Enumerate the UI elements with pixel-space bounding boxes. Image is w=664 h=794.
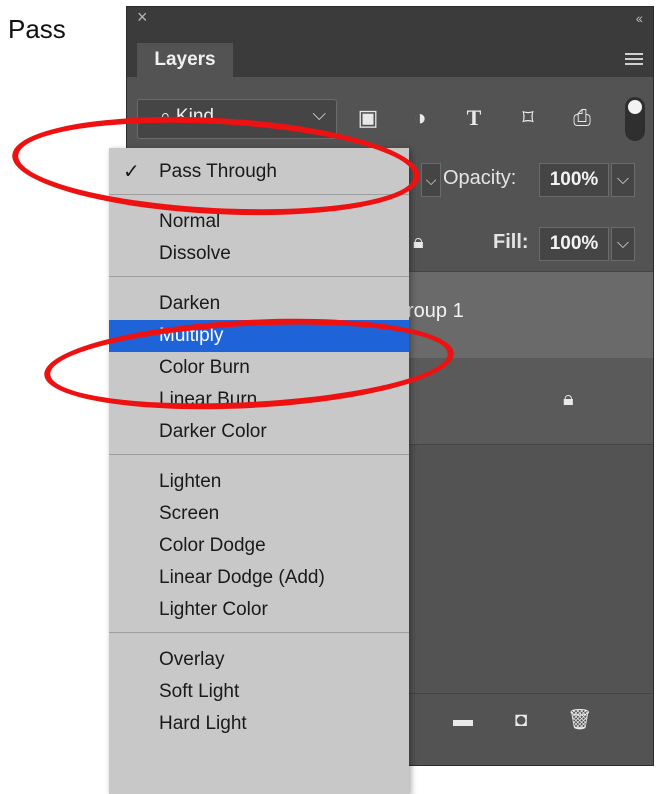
menu-item-label: Pass Through <box>159 161 277 182</box>
menu-item-pass-through[interactable]: ✓ Pass Through <box>109 156 409 188</box>
adjustment-filter-icon[interactable]: ◑ <box>407 105 433 131</box>
filter-kind-label: ⌕ Kind <box>160 106 214 127</box>
menu-item-normal[interactable]: Normal <box>109 206 409 238</box>
menu-item-label: Soft Light <box>159 681 240 702</box>
fill-label: Fill: <box>493 231 529 253</box>
menu-separator <box>109 632 409 633</box>
menu-separator <box>109 194 409 195</box>
menu-item-label: Linear Burn <box>159 389 258 410</box>
menu-item-lighten[interactable]: Lighten <box>109 466 409 498</box>
menu-item-label: Lighter Color <box>159 599 268 620</box>
menu-item-label: Overlay <box>159 649 225 670</box>
panel-title-bar: × ‹‹ <box>127 7 653 29</box>
collapse-icon[interactable]: ‹‹ <box>636 7 643 29</box>
fill-field[interactable]: 100% <box>539 227 609 261</box>
blend-mode-menu: ✓ Pass Through Normal Dissolve Darken Multipl… <box>109 148 409 794</box>
opacity-field[interactable]: 100% <box>539 163 609 197</box>
menu-item-overlay[interactable]: Overlay <box>109 644 409 676</box>
type-filter-icon[interactable]: T <box>461 105 487 131</box>
menu-item-label: Linear Dodge (Add) <box>159 567 325 588</box>
new-layer-icon[interactable]: ◘ <box>509 708 533 732</box>
opacity-label: Opacity: <box>443 167 517 189</box>
shape-filter-icon[interactable]: ⌑ <box>515 105 541 131</box>
menu-item-label: Normal <box>159 211 221 232</box>
menu-item-linear-dodge-add[interactable]: Linear Dodge (Add) <box>109 562 409 594</box>
menu-item-darken[interactable]: Darken <box>109 288 409 320</box>
lock-icon: 🔒︎ <box>563 388 574 410</box>
caption-text: Pass <box>8 14 66 44</box>
menu-item-hard-light[interactable]: Hard Light <box>109 708 409 740</box>
menu-item-label: Screen <box>159 503 220 524</box>
menu-item-color-dodge[interactable]: Color Dodge <box>109 530 409 562</box>
filter-toggle[interactable] <box>625 97 645 141</box>
filter-kind-select[interactable]: ⌕ Kind ⌵ <box>137 99 337 139</box>
folder-icon[interactable]: ▬ <box>451 708 475 732</box>
menu-item-label: Lighten <box>159 471 222 492</box>
layer-name: roup 1 <box>407 300 464 322</box>
menu-separator <box>109 276 409 277</box>
menu-item-color-burn[interactable]: Color Burn <box>109 352 409 384</box>
menu-item-label: Color Dodge <box>159 535 266 556</box>
menu-item-label: Multiply <box>159 325 224 346</box>
menu-item-label: Dissolve <box>159 243 231 264</box>
menu-item-label: Darker Color <box>159 421 267 442</box>
trash-icon[interactable]: 🗑︎ <box>567 708 592 732</box>
panel-tab-bar: Layers <box>127 29 653 77</box>
close-icon[interactable]: × <box>137 6 148 28</box>
opacity-chevron[interactable]: ⌵ <box>611 163 635 197</box>
menu-item-linear-burn[interactable]: Linear Burn <box>109 384 409 416</box>
blend-mode-chevron[interactable]: ⌵ <box>421 163 441 197</box>
menu-item-darker-color[interactable]: Darker Color <box>109 416 409 448</box>
menu-separator <box>109 454 409 455</box>
menu-item-label: Darken <box>159 293 221 314</box>
menu-item-label: Color Burn <box>159 357 250 378</box>
checkmark-icon: ✓ <box>123 161 140 183</box>
menu-item-screen[interactable]: Screen <box>109 498 409 530</box>
menu-item-soft-light[interactable]: Soft Light <box>109 676 409 708</box>
menu-item-multiply[interactable]: Multiply <box>109 320 409 352</box>
fill-chevron[interactable]: ⌵ <box>611 227 635 261</box>
panel-menu-icon[interactable] <box>625 53 643 67</box>
chevron-down-icon: ⌵ <box>312 104 326 124</box>
tab-layers[interactable]: Layers <box>137 43 233 77</box>
menu-item-lighter-color[interactable]: Lighter Color <box>109 594 409 626</box>
menu-item-label: Hard Light <box>159 713 247 734</box>
smart-object-filter-icon[interactable]: ⎙ <box>569 105 595 131</box>
image-filter-icon[interactable]: ▣ <box>355 105 381 131</box>
lock-all-icon[interactable]: 🔒︎ <box>413 231 424 254</box>
menu-item-dissolve[interactable]: Dissolve <box>109 238 409 270</box>
